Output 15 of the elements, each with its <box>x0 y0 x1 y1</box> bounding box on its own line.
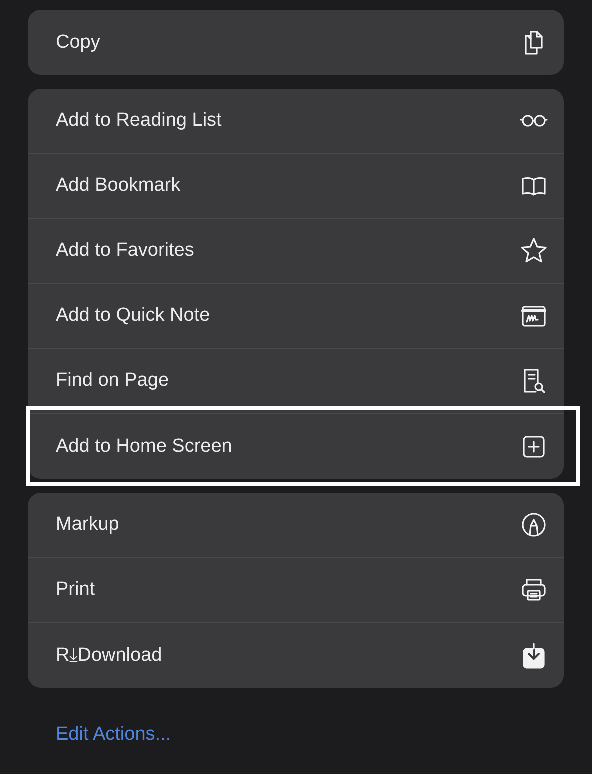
star-icon <box>520 237 548 265</box>
menu-item[interactable]: Add to Quick Note <box>28 284 564 349</box>
menu-item[interactable]: Markup <box>28 493 564 558</box>
menu-item[interactable]: Add to Home Screen <box>28 414 564 479</box>
menu-item[interactable]: Find on Page <box>28 349 564 414</box>
menu-item[interactable]: Add to Reading List <box>28 89 564 154</box>
menu-item[interactable]: Copy <box>28 10 564 75</box>
menu-item[interactable]: Add Bookmark <box>28 154 564 219</box>
edit-actions-link[interactable]: Edit Actions... <box>28 702 564 746</box>
menu-item[interactable]: R⤓Download <box>28 623 564 688</box>
download-icon <box>520 642 548 670</box>
menu-item[interactable]: Add to Favorites <box>28 219 564 284</box>
menu-item[interactable]: Print <box>28 558 564 623</box>
pen-circle-icon <box>520 511 548 539</box>
printer-icon <box>520 576 548 604</box>
